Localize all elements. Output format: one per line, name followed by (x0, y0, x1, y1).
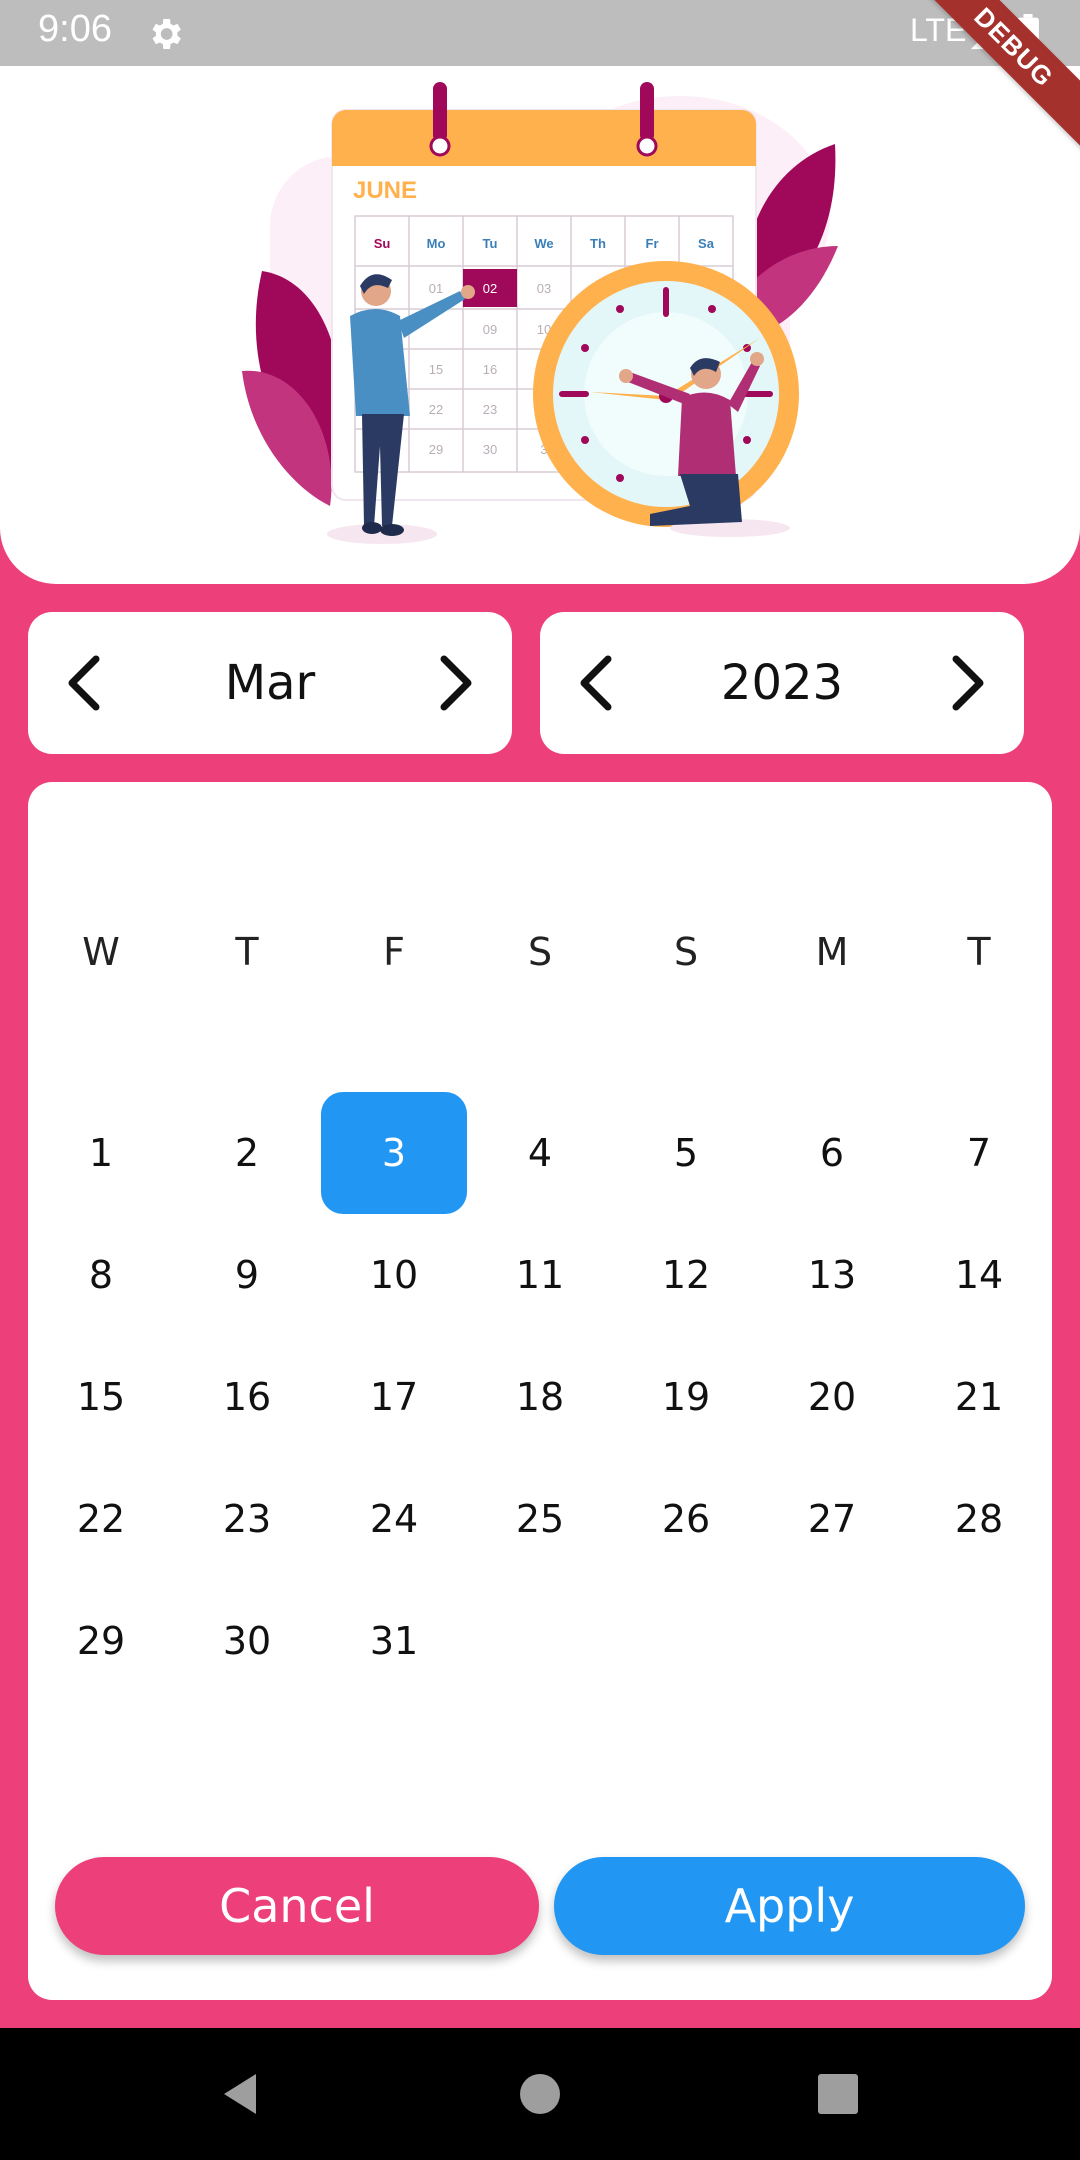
gear-icon (152, 19, 181, 49)
calendar-illustration: JUNE Su Mo Tu We Th Fr Sa 01 02 03 09 10… (242, 82, 838, 544)
hero-card: JUNE Su Mo Tu We Th Fr Sa 01 02 03 09 10… (0, 66, 1080, 584)
weekday-label: S (527, 930, 553, 974)
day-cell[interactable]: 8 (28, 1214, 174, 1336)
weekday-label: F (383, 930, 405, 974)
illustration-day-header: Sa (698, 236, 715, 251)
illustration-date: 03 (537, 281, 551, 296)
day-cell[interactable]: 20 (759, 1336, 905, 1458)
year-selector: chevron-left-icon 2023 chevron-right-ico… (540, 612, 1024, 754)
illustration-date: 02 (483, 281, 497, 296)
day-cell[interactable]: 18 (467, 1336, 613, 1458)
home-icon[interactable] (512, 2066, 568, 2122)
cancel-button[interactable]: Cancel (55, 1857, 539, 1955)
weekday-label: S (673, 930, 699, 974)
illustration-date: 15 (429, 362, 443, 377)
day-cell[interactable]: 27 (759, 1458, 905, 1580)
month-selector: chevron-left-icon Mar chevron-right-icon (28, 612, 512, 754)
weekday-label: T (967, 930, 991, 974)
calendar-card: W T F S S M T 1 2 3 4 5 6 7 8 9 10 11 12… (28, 782, 1052, 2000)
day-cell[interactable]: 5 (613, 1092, 759, 1214)
prev-year-button[interactable]: chevron-left-icon (558, 643, 638, 723)
illustration-date: 22 (429, 402, 443, 417)
day-cell[interactable]: 19 (613, 1336, 759, 1458)
status-bar: 9:06 LTE (0, 0, 1080, 66)
weekday-label: W (82, 930, 120, 974)
next-year-button[interactable]: chevron-right-icon (926, 643, 1006, 723)
status-time: 9:06 (38, 8, 112, 50)
day-cell[interactable]: 9 (174, 1214, 320, 1336)
day-cell[interactable]: 31 (321, 1580, 467, 1702)
day-cell[interactable]: 7 (906, 1092, 1052, 1214)
day-cell[interactable]: 2 (174, 1092, 320, 1214)
day-cell[interactable]: 23 (174, 1458, 320, 1580)
back-icon[interactable] (212, 2066, 268, 2122)
day-cell[interactable]: 22 (28, 1458, 174, 1580)
day-cell[interactable]: 21 (906, 1336, 1052, 1458)
day-cell[interactable]: 30 (174, 1580, 320, 1702)
recents-icon[interactable] (810, 2066, 866, 2122)
day-cell[interactable]: 13 (759, 1214, 905, 1336)
illustration-day-header: Mo (427, 236, 446, 251)
day-cell[interactable]: 12 (613, 1214, 759, 1336)
weekday-label: T (235, 930, 259, 974)
day-cell[interactable]: 11 (467, 1214, 613, 1336)
day-cell-selected[interactable]: 3 (321, 1092, 467, 1214)
illustration-date: 01 (429, 281, 443, 296)
day-cell[interactable]: 26 (613, 1458, 759, 1580)
year-value: 2023 (720, 655, 844, 711)
month-value: Mar (224, 655, 316, 711)
day-cell[interactable]: 29 (28, 1580, 174, 1702)
prev-month-button[interactable]: chevron-left-icon (46, 643, 126, 723)
day-cell[interactable]: 10 (321, 1214, 467, 1336)
illustration-day-header: Su (374, 236, 391, 251)
illustration-date: 23 (483, 402, 497, 417)
next-month-button[interactable]: chevron-right-icon (414, 643, 494, 723)
apply-button[interactable]: Apply (554, 1857, 1025, 1955)
illustration-day-header: Th (590, 236, 606, 251)
illustration-day-header: Fr (646, 236, 659, 251)
illustration-date: 16 (483, 362, 497, 377)
day-cell[interactable]: 17 (321, 1336, 467, 1458)
illustration-date: 09 (483, 322, 497, 337)
illustration-date: 30 (483, 442, 497, 457)
system-nav-bar (0, 2028, 1080, 2160)
day-cell[interactable]: 1 (28, 1092, 174, 1214)
illustration-month: JUNE (353, 177, 417, 204)
day-cell[interactable]: 15 (28, 1336, 174, 1458)
day-cell[interactable]: 4 (467, 1092, 613, 1214)
weekday-label: M (815, 930, 849, 974)
day-cell[interactable]: 6 (759, 1092, 905, 1214)
illustration-date: 29 (429, 442, 443, 457)
day-cell[interactable]: 25 (467, 1458, 613, 1580)
day-cell[interactable]: 28 (906, 1458, 1052, 1580)
day-cell[interactable]: 14 (906, 1214, 1052, 1336)
day-cell[interactable]: 16 (174, 1336, 320, 1458)
illustration-day-header: We (534, 236, 553, 251)
illustration-day-header: Tu (483, 236, 498, 251)
weekday-header: W T F S S M T (28, 912, 1052, 992)
day-cell[interactable]: 24 (321, 1458, 467, 1580)
